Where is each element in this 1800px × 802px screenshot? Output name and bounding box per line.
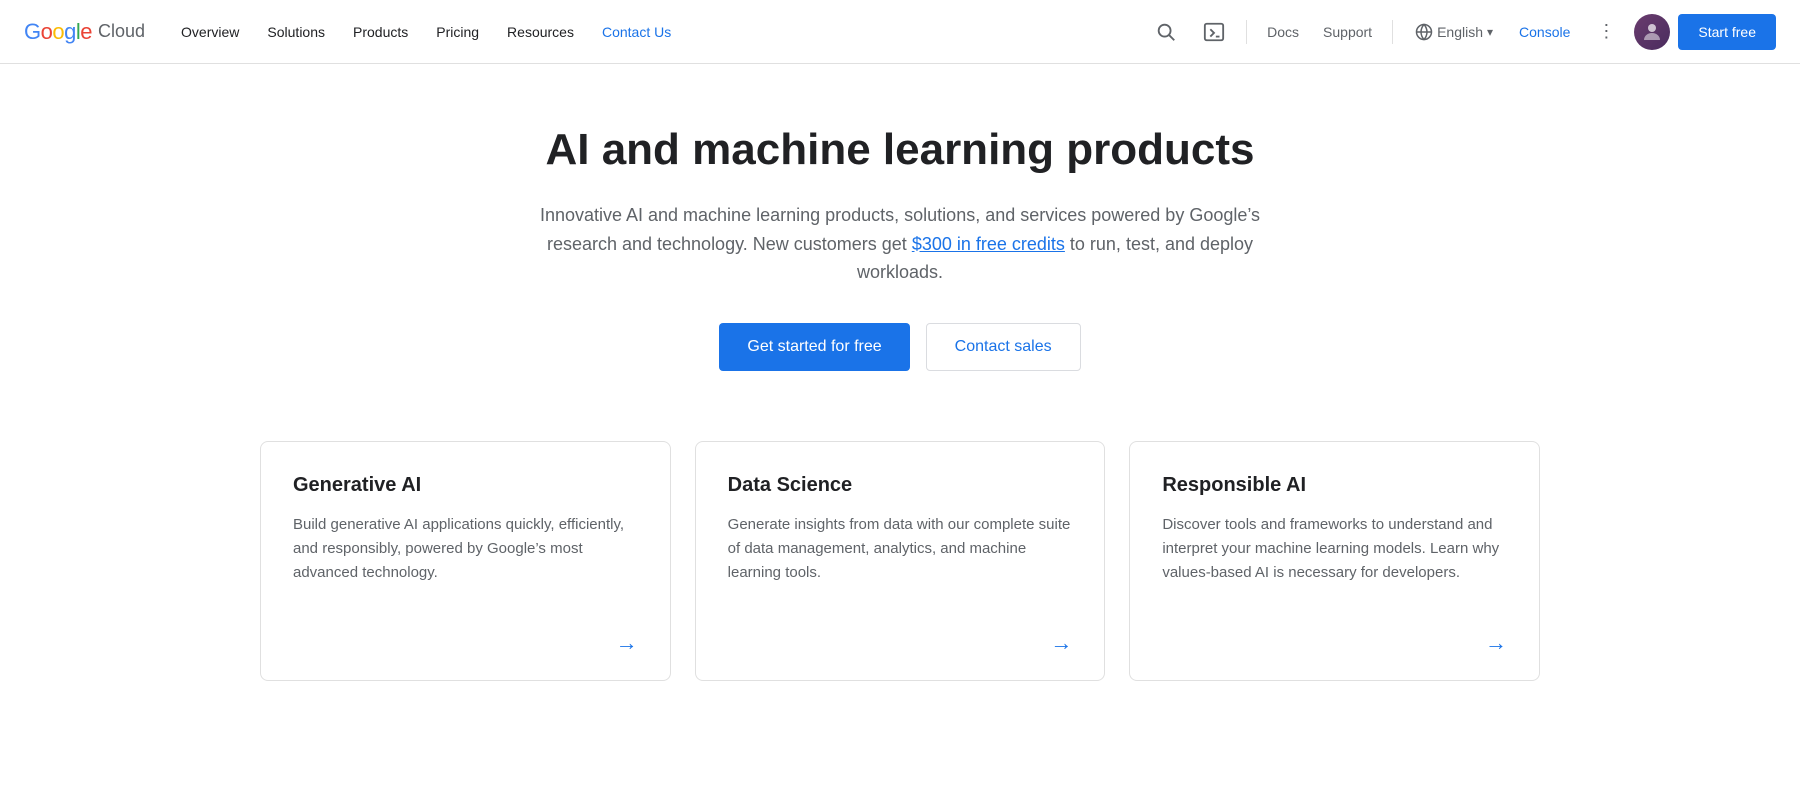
search-icon bbox=[1155, 21, 1177, 43]
more-options-button[interactable]: ⋮ bbox=[1586, 12, 1626, 52]
hero-subtitle: Innovative AI and machine learning produ… bbox=[520, 201, 1280, 287]
user-icon bbox=[1640, 20, 1664, 44]
nav-divider-2 bbox=[1392, 20, 1393, 44]
free-credits-link[interactable]: $300 in free credits bbox=[912, 234, 1065, 254]
card-responsible-ai[interactable]: Responsible AI Discover tools and framew… bbox=[1129, 441, 1540, 681]
card-responsible-ai-arrow: → bbox=[1162, 630, 1507, 656]
card-data-science-arrow: → bbox=[728, 630, 1073, 656]
card-data-science[interactable]: Data Science Generate insights from data… bbox=[695, 441, 1106, 681]
arrow-icon: → bbox=[616, 630, 638, 656]
arrow-icon: → bbox=[1485, 630, 1507, 656]
nav-products[interactable]: Products bbox=[341, 16, 420, 48]
card-generative-ai-arrow: → bbox=[293, 630, 638, 656]
logo-letter-g: G bbox=[24, 19, 41, 44]
arrow-icon: → bbox=[1050, 630, 1072, 656]
nav-divider-1 bbox=[1246, 20, 1247, 44]
globe-icon bbox=[1415, 23, 1433, 41]
contact-sales-button[interactable]: Contact sales bbox=[926, 323, 1081, 371]
navbar: Google Cloud Overview Solutions Products… bbox=[0, 0, 1800, 64]
docs-link[interactable]: Docs bbox=[1259, 16, 1307, 48]
card-data-science-title: Data Science bbox=[728, 474, 1073, 497]
three-dot-icon: ⋮ bbox=[1597, 21, 1615, 42]
card-data-science-desc: Generate insights from data with our com… bbox=[728, 513, 1073, 606]
terminal-button[interactable] bbox=[1194, 12, 1234, 52]
logo-letter-e: e bbox=[80, 19, 92, 44]
hero-section: AI and machine learning products Innovat… bbox=[450, 64, 1350, 421]
start-free-button[interactable]: Start free bbox=[1678, 14, 1776, 50]
get-started-button[interactable]: Get started for free bbox=[719, 323, 909, 371]
logo-letter-g2: g bbox=[64, 19, 76, 44]
nav-solutions[interactable]: Solutions bbox=[255, 16, 337, 48]
search-button[interactable] bbox=[1146, 12, 1186, 52]
nav-overview[interactable]: Overview bbox=[169, 16, 251, 48]
support-link[interactable]: Support bbox=[1315, 16, 1380, 48]
nav-contact[interactable]: Contact Us bbox=[590, 16, 683, 48]
language-label: English bbox=[1437, 24, 1483, 40]
card-responsible-ai-desc: Discover tools and frameworks to underst… bbox=[1162, 513, 1507, 606]
card-generative-ai-desc: Build generative AI applications quickly… bbox=[293, 513, 638, 606]
user-avatar[interactable] bbox=[1634, 14, 1670, 50]
nav-pricing[interactable]: Pricing bbox=[424, 16, 491, 48]
cards-section: Generative AI Build generative AI applic… bbox=[200, 421, 1600, 741]
card-generative-ai-title: Generative AI bbox=[293, 474, 638, 497]
logo-letter-o2: o bbox=[52, 19, 64, 44]
card-generative-ai[interactable]: Generative AI Build generative AI applic… bbox=[260, 441, 671, 681]
language-button[interactable]: English ▾ bbox=[1405, 15, 1503, 49]
nav-resources[interactable]: Resources bbox=[495, 16, 586, 48]
page-title: AI and machine learning products bbox=[474, 124, 1326, 177]
chevron-down-icon: ▾ bbox=[1487, 25, 1493, 39]
nav-links: Overview Solutions Products Pricing Reso… bbox=[169, 16, 1138, 48]
google-cloud-logo[interactable]: Google Cloud bbox=[24, 19, 145, 45]
logo-letter-o1: o bbox=[41, 19, 53, 44]
logo-cloud-text: Cloud bbox=[98, 21, 145, 42]
terminal-icon bbox=[1203, 21, 1225, 43]
nav-right: Docs Support English ▾ Console ⋮ Start f bbox=[1146, 12, 1776, 52]
avatar-image bbox=[1634, 14, 1670, 50]
hero-buttons: Get started for free Contact sales bbox=[474, 323, 1326, 371]
console-link[interactable]: Console bbox=[1511, 16, 1578, 48]
card-responsible-ai-title: Responsible AI bbox=[1162, 474, 1507, 497]
